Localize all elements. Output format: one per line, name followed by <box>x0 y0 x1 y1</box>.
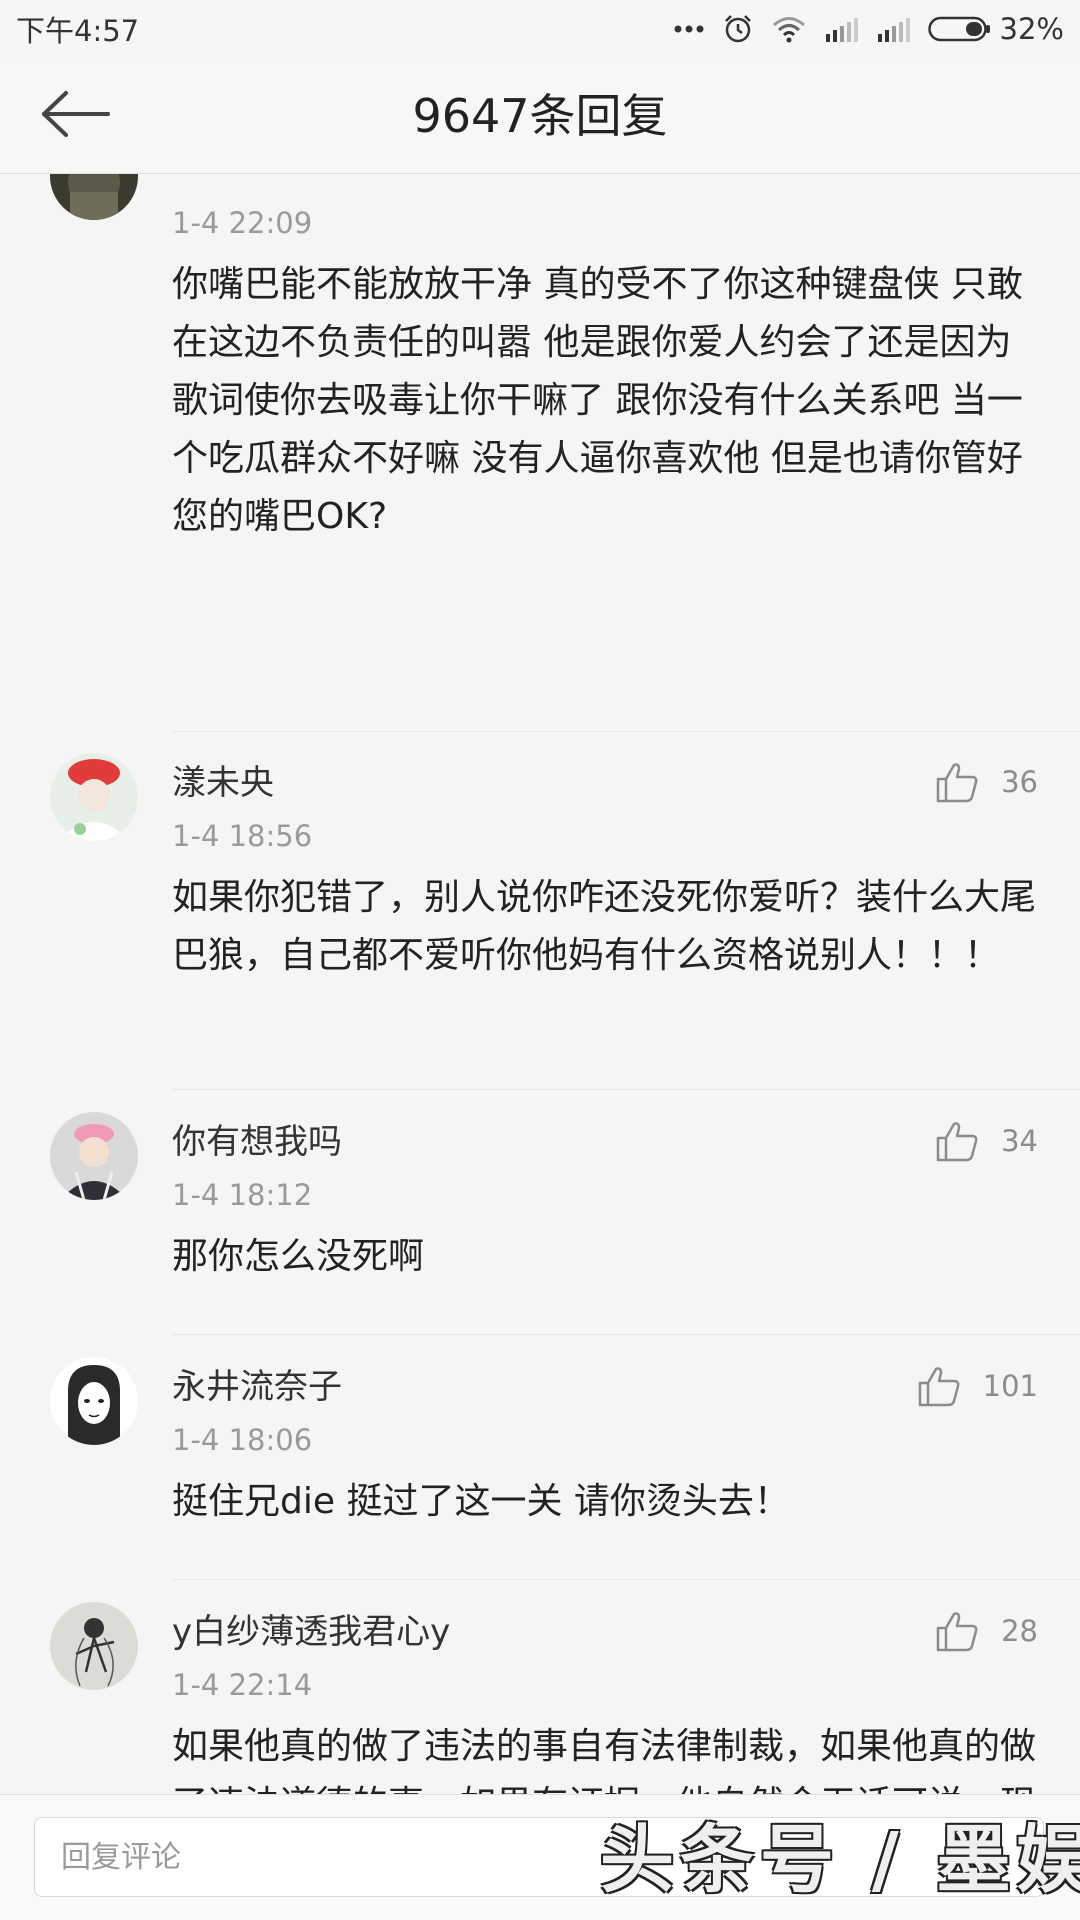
battery-icon <box>927 15 992 43</box>
comment-username[interactable]: 你有想我吗 <box>172 1114 342 1163</box>
signal-icon <box>876 16 910 42</box>
like-count: 34 <box>1001 1124 1038 1158</box>
status-time: 下午4:57 <box>16 14 140 48</box>
reply-input[interactable]: 回复评论 <box>34 1817 1044 1897</box>
thumbs-up-icon[interactable] <box>935 761 979 803</box>
like-count: 36 <box>1001 765 1038 799</box>
avatar[interactable] <box>50 1112 138 1200</box>
comment-time: 1-4 18:12 <box>172 1178 313 1212</box>
back-button[interactable] <box>30 84 120 148</box>
more-dots-icon <box>674 24 704 34</box>
thumbs-up-icon[interactable] <box>935 1610 979 1652</box>
status-bar: 下午4:57 32% <box>0 0 1080 58</box>
avatar[interactable] <box>50 1357 138 1445</box>
comment-time: 1-4 18:56 <box>172 819 313 853</box>
back-arrow-icon[interactable] <box>38 89 112 143</box>
page-title: 9647条回复 <box>412 89 668 143</box>
comment-list[interactable]: 1-4 22:09 你嘴巴能不能放放干净 真的受不了你这种键盘侠 只敢在这边不负… <box>0 174 1080 1794</box>
wifi-icon <box>772 15 806 43</box>
reply-placeholder: 回复评论 <box>61 1840 181 1875</box>
signal-icon <box>824 16 858 42</box>
like-button[interactable]: 34 <box>935 1120 1038 1162</box>
comment-item: 你有想我吗 34 1-4 18:12 那你怎么没死啊 <box>0 1090 1080 1335</box>
comment-username[interactable]: y白纱薄透我君心y <box>172 1604 450 1653</box>
comment-item: y白纱薄透我君心y 28 1-4 22:14 如果他真的做了违法的事自有法律制裁… <box>0 1580 1080 1794</box>
comment-text: 你嘴巴能不能放放干净 真的受不了你这种键盘侠 只敢在这边不负责任的叫嚣 他是跟你… <box>172 264 1023 537</box>
comment-time: 1-4 22:14 <box>172 1668 313 1702</box>
comment-username[interactable]: 永井流奈子 <box>172 1359 342 1408</box>
like-count: 28 <box>1001 1614 1038 1648</box>
like-button[interactable]: 101 <box>917 1365 1038 1407</box>
comment-text: 挺住兄die 挺过了这一关 请你烫头去！ <box>172 1481 790 1522</box>
header: 9647条回复 <box>0 58 1080 174</box>
battery-percent: 32% <box>999 12 1064 46</box>
comment-item: 永井流奈子 101 1-4 18:06 挺住兄die 挺过了这一关 请你烫头去！ <box>0 1335 1080 1580</box>
avatar[interactable] <box>50 753 138 841</box>
battery-status: 32% <box>927 12 1064 46</box>
thumbs-up-icon[interactable] <box>935 1120 979 1162</box>
screen: 下午4:57 32% 9647条回复 1-4 22:09 你嘴巴能不能放放干净 … <box>0 0 1080 1920</box>
status-icons: 32% <box>674 12 1064 46</box>
comment-time: 1-4 22:09 <box>172 206 313 240</box>
avatar[interactable] <box>50 1602 138 1690</box>
like-count: 101 <box>982 1369 1038 1403</box>
comment-text: 那你怎么没死啊 <box>172 1236 425 1277</box>
comment-text: 如果他真的做了违法的事自有法律制裁，如果他真的做了违法道德的事，如果有证据，他自… <box>172 1726 1037 1794</box>
comment-username[interactable]: 漾未央 <box>172 755 274 804</box>
comment-item: 漾未央 36 1-4 18:56 如果你犯错了，别人说你咋还没死你爱听？装什么大… <box>0 731 1080 1090</box>
thumbs-up-icon[interactable] <box>917 1365 961 1407</box>
like-button[interactable]: 28 <box>935 1610 1038 1652</box>
comment-time: 1-4 18:06 <box>172 1423 313 1457</box>
like-button[interactable]: 36 <box>935 761 1038 803</box>
comment-item: 1-4 22:09 你嘴巴能不能放放干净 真的受不了你这种键盘侠 只敢在这边不负… <box>0 174 1080 732</box>
alarm-icon <box>722 13 754 45</box>
reply-bar: 回复评论 <box>0 1794 1080 1920</box>
comment-text: 如果你犯错了，别人说你咋还没死你爱听？装什么大尾巴狼，自己都不爱听你他妈有什么资… <box>172 877 1037 976</box>
avatar[interactable] <box>50 174 138 220</box>
